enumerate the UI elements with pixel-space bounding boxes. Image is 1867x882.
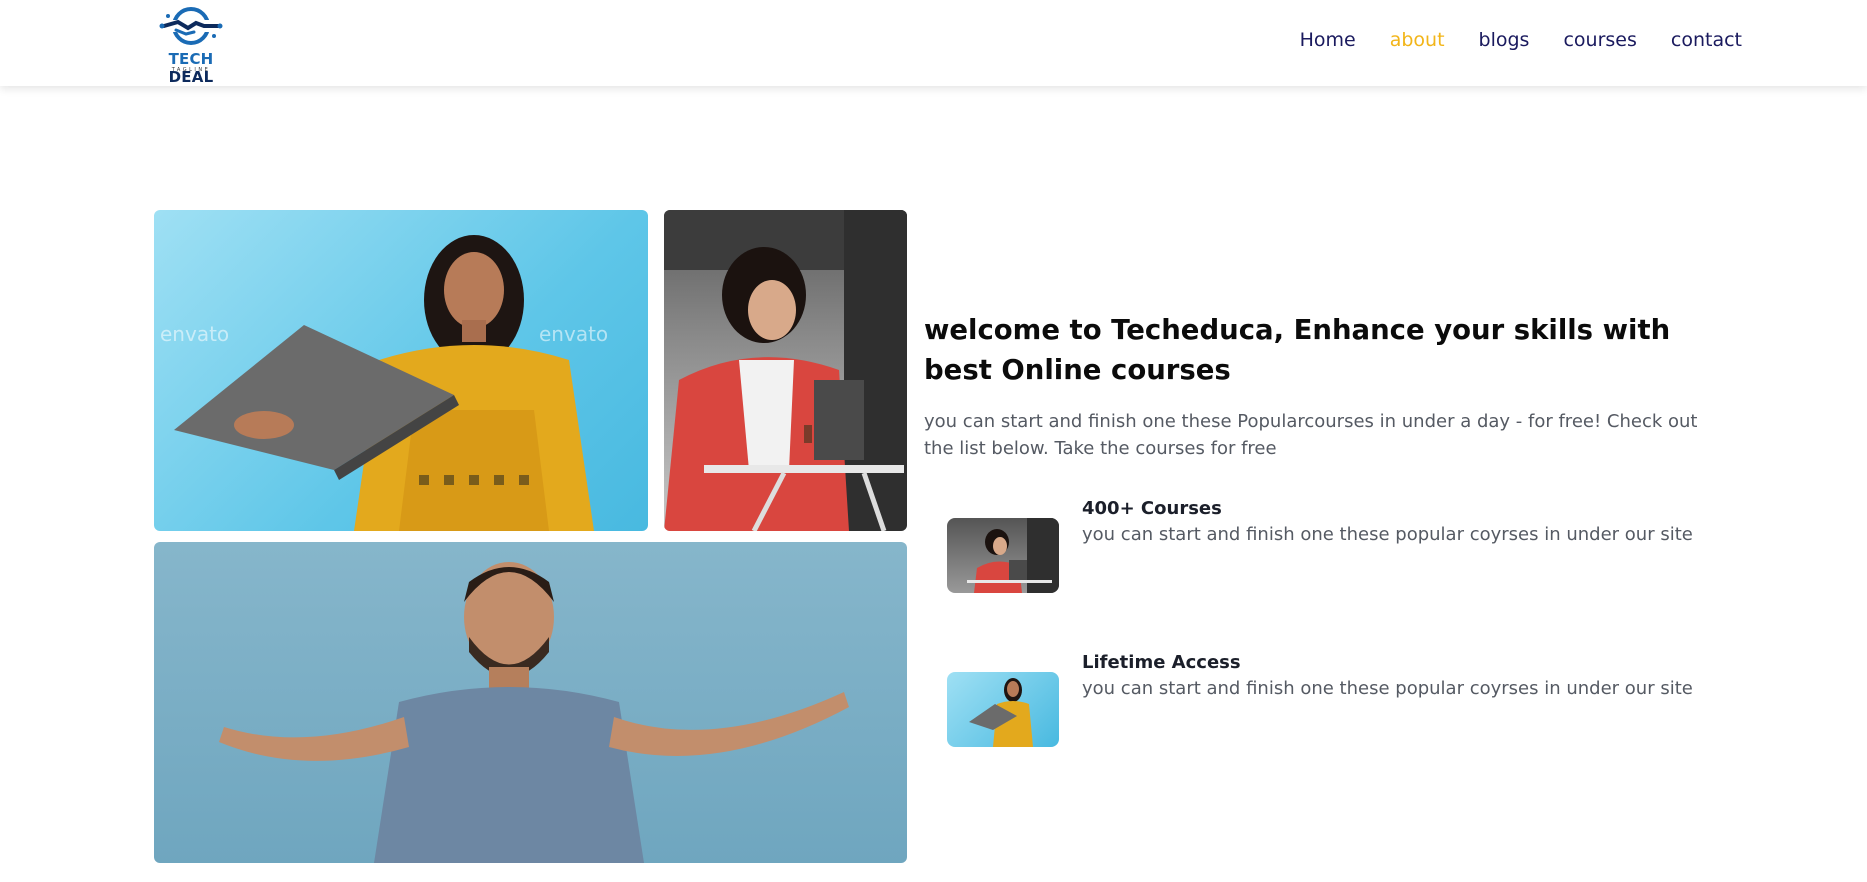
nav-contact[interactable]: contact (1671, 29, 1742, 51)
feature-description: you can start and finish one these popul… (1082, 524, 1693, 545)
photo-woman-cafe (664, 210, 907, 531)
feature-thumbnail (947, 672, 1059, 747)
site-header: TECH DEAL TAGLINE Home about blogs cours… (0, 0, 1867, 86)
logo[interactable]: TECH DEAL TAGLINE (146, 4, 236, 86)
feature-item: 400+ Courses you can start and finish on… (947, 498, 1707, 593)
logo-handshake-icon (158, 7, 224, 45)
feature-thumbnail (947, 518, 1059, 593)
feature-item: Lifetime Access you can start and finish… (947, 652, 1707, 747)
nav-courses[interactable]: courses (1563, 29, 1636, 51)
page-headline: welcome to Techeduca, Enhance your skill… (924, 314, 1671, 386)
nav-blogs[interactable]: blogs (1479, 29, 1530, 51)
watermark-text: envato (160, 322, 230, 346)
nav-home[interactable]: Home (1300, 29, 1356, 51)
photo-man-shrug (154, 542, 907, 863)
feature-title: Lifetime Access (1082, 652, 1241, 673)
nav-about[interactable]: about (1390, 29, 1445, 51)
photo-woman-laptop: envato envato (154, 210, 648, 531)
logo-tagline: TAGLINE (171, 67, 211, 73)
watermark-text: envato (539, 322, 609, 346)
feature-description: you can start and finish one these popul… (1082, 678, 1693, 699)
main-nav: Home about blogs courses contact (1266, 29, 1742, 51)
feature-title: 400+ Courses (1082, 498, 1222, 519)
intro-text: you can start and finish one these Popul… (924, 411, 1698, 459)
